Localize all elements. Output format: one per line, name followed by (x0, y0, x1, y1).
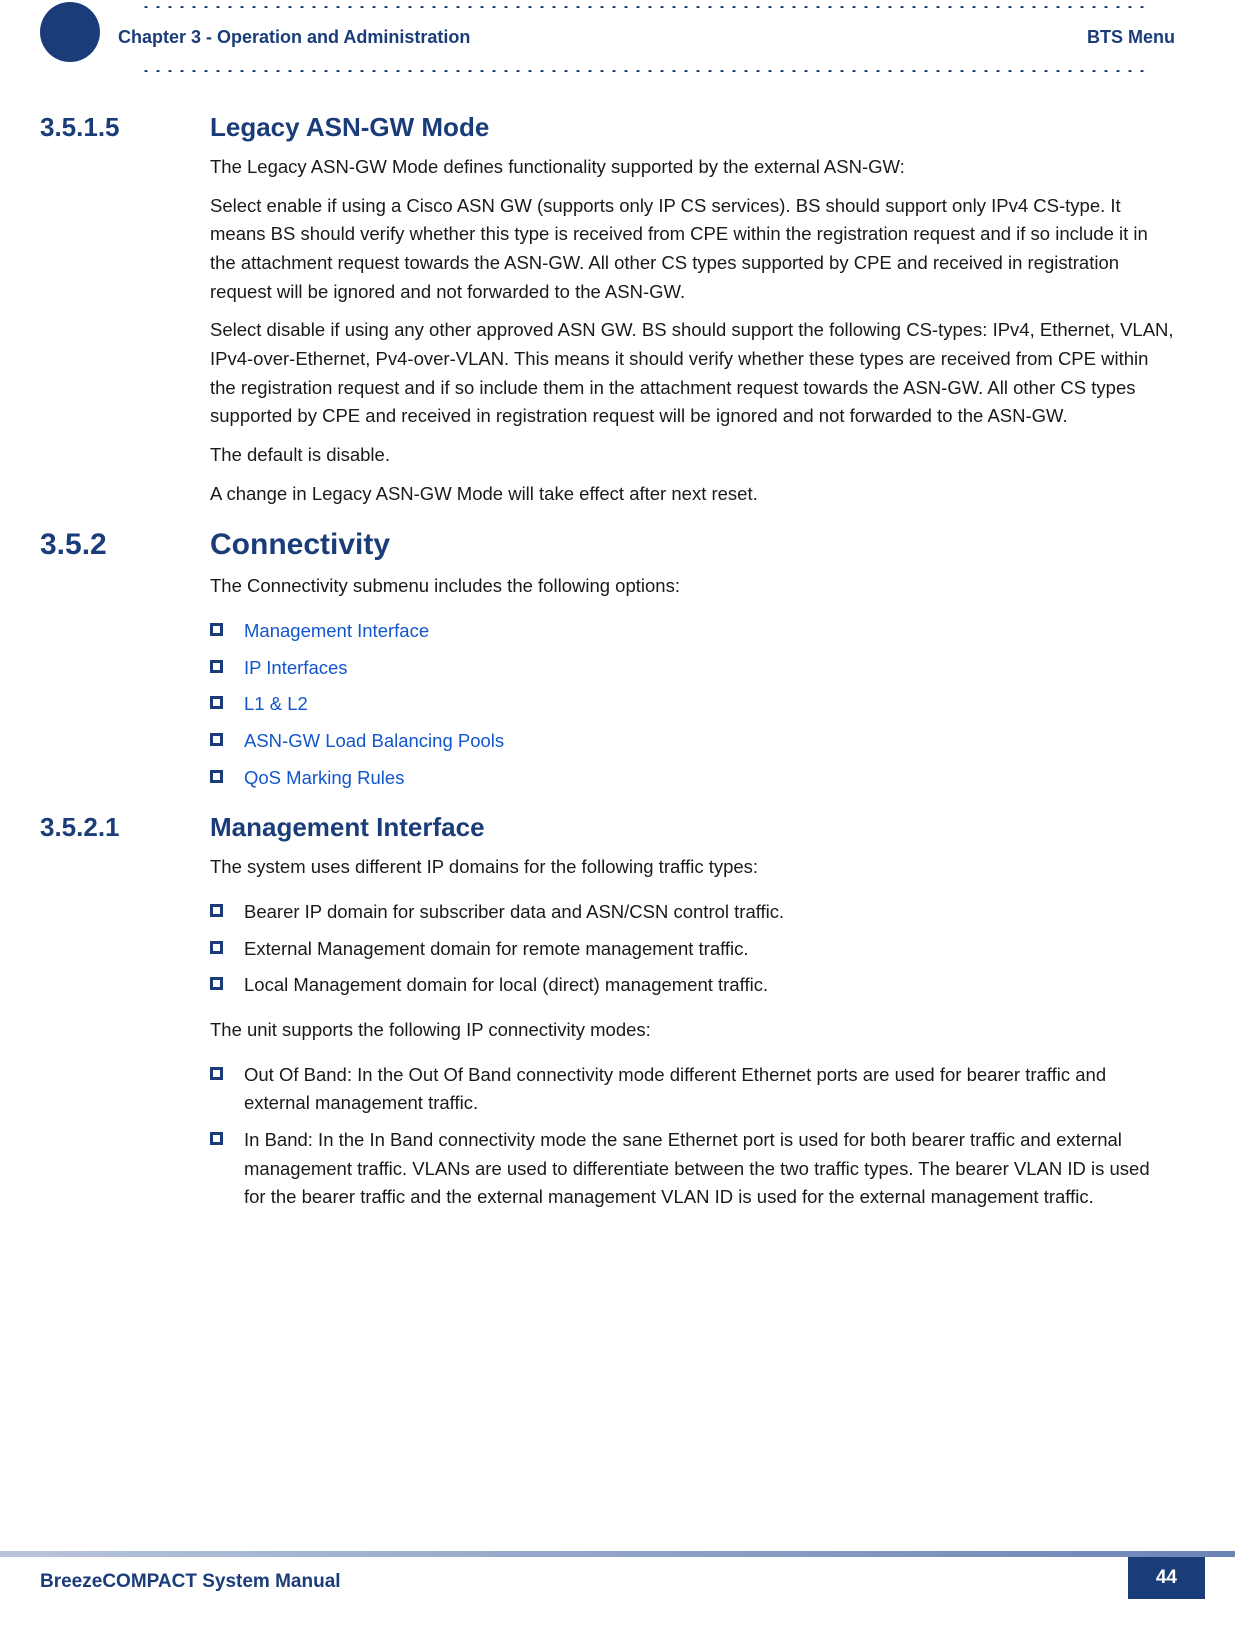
section-3-5-1-5: 3.5.1.5 Legacy ASN-GW Mode (40, 112, 1175, 143)
link-asn-gw-pools[interactable]: ASN-GW Load Balancing Pools (210, 727, 1175, 756)
paragraph: The Connectivity submenu includes the fo… (210, 572, 1175, 601)
list-item: In Band: In the In Band connectivity mod… (210, 1126, 1175, 1212)
section-number: 3.5.2.1 (40, 812, 210, 843)
link-management-interface[interactable]: Management Interface (210, 617, 1175, 646)
section-heading: Legacy ASN-GW Mode (210, 112, 489, 143)
section-heading: Management Interface (210, 812, 485, 843)
paragraph: The Legacy ASN-GW Mode defines functiona… (210, 153, 1175, 182)
list-item: Bearer IP domain for subscriber data and… (210, 898, 1175, 927)
paragraph: Select enable if using a Cisco ASN GW (s… (210, 192, 1175, 307)
header-circle-icon (40, 2, 100, 62)
link-list: Management Interface IP Interfaces L1 & … (210, 617, 1175, 792)
section-number: 3.5.1.5 (40, 112, 210, 143)
footer-manual-title: BreezeCOMPACT System Manual (40, 1571, 341, 1593)
paragraph: The default is disable. (210, 441, 1175, 470)
list-item: Local Management domain for local (direc… (210, 971, 1175, 1000)
bullet-list: Out Of Band: In the Out Of Band connecti… (210, 1061, 1175, 1212)
chapter-title: Chapter 3 - Operation and Administration (118, 27, 470, 48)
page-number: 44 (1128, 1557, 1205, 1599)
link-qos-rules[interactable]: QoS Marking Rules (210, 764, 1175, 793)
section-3-5-2: 3.5.2 Connectivity (40, 528, 1175, 562)
link-ip-interfaces[interactable]: IP Interfaces (210, 654, 1175, 683)
list-item: Out Of Band: In the Out Of Band connecti… (210, 1061, 1175, 1118)
link-l1-l2[interactable]: L1 & L2 (210, 690, 1175, 719)
section-number: 3.5.2 (40, 528, 210, 562)
page-footer: BreezeCOMPACT System Manual 44 (0, 1551, 1235, 1599)
section-heading: Connectivity (210, 528, 390, 562)
paragraph: A change in Legacy ASN-GW Mode will take… (210, 480, 1175, 509)
list-item: External Management domain for remote ma… (210, 935, 1175, 964)
section-3-5-2-1: 3.5.2.1 Management Interface (40, 812, 1175, 843)
paragraph: The system uses different IP domains for… (210, 853, 1175, 882)
paragraph: The unit supports the following IP conne… (210, 1016, 1175, 1045)
page-header: Chapter 3 - Operation and Administration… (40, 12, 1175, 62)
header-menu-name: BTS Menu (1087, 27, 1175, 48)
paragraph: Select disable if using any other approv… (210, 316, 1175, 431)
bullet-list: Bearer IP domain for subscriber data and… (210, 898, 1175, 1000)
